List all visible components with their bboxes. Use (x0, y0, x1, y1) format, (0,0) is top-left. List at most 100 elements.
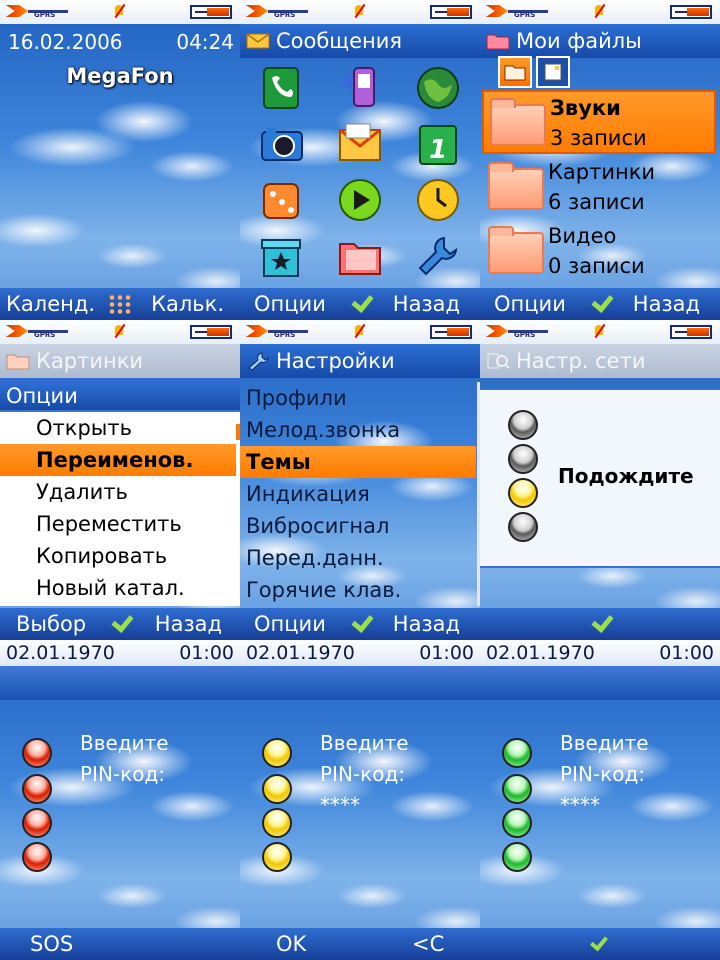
softkey-bar: Опции Назад (240, 288, 480, 320)
back-softkey[interactable]: Назад (393, 608, 460, 640)
svg-text:1: 1 (429, 135, 447, 165)
options-softkey[interactable]: Опции (254, 608, 326, 640)
phonebook-icon[interactable] (336, 64, 384, 112)
folder-row-video[interactable]: Видео 0 записи (482, 220, 716, 284)
menu-item-themes[interactable]: Темы (240, 446, 476, 478)
screen-title: Сообщения (276, 29, 403, 53)
pin-digit-light-icon (262, 808, 292, 838)
back-softkey[interactable]: Назад (393, 288, 460, 320)
select-check-icon[interactable] (588, 292, 612, 314)
pin-prompt: Введите PIN-код: (80, 728, 169, 790)
date-label: 02.01.1970 (6, 642, 115, 664)
menu-item-delete[interactable]: Удалить (0, 476, 236, 508)
settings-screen: GPRS Настройки Профили Мелод.звонка Темы… (240, 320, 480, 640)
dice-icon[interactable] (258, 176, 306, 224)
battery-icon (190, 5, 232, 19)
time-label: 01:00 (179, 642, 234, 664)
calendar-icon[interactable]: 1 (414, 120, 462, 168)
date-label: 02.01.1970 (486, 642, 595, 664)
network-icon (487, 353, 510, 369)
clock-icon[interactable] (414, 176, 462, 224)
screen-title: Настройки (276, 349, 395, 373)
time-label: 04:24 (176, 30, 234, 54)
network-label: GPRS (34, 11, 56, 19)
softkey-bar: Опции Назад (240, 608, 480, 640)
calculator-softkey[interactable]: Кальк. (151, 288, 224, 320)
menu-item-data-transfer[interactable]: Перед.данн. (240, 542, 476, 574)
select-check-icon[interactable] (108, 612, 132, 634)
menu-item-copy[interactable]: Копировать (0, 540, 236, 572)
wait-message: Подождите (558, 464, 694, 488)
folder-icon (488, 162, 544, 210)
menu-item-indication[interactable]: Индикация (240, 478, 476, 510)
wrench-icon (248, 352, 269, 370)
menu-item-ringtone[interactable]: Мелод.звонка (240, 414, 476, 446)
select-check-icon[interactable] (588, 612, 612, 634)
confirm-check-icon[interactable] (588, 934, 608, 954)
tab-phone-memory[interactable] (498, 56, 532, 88)
menu-item-open[interactable]: Открыть (0, 412, 236, 444)
back-softkey[interactable]: Назад (633, 288, 700, 320)
battery-icon (670, 325, 712, 339)
options-header: Опции (0, 382, 240, 410)
silent-mode-icon (592, 3, 606, 19)
time-label: 01:00 (659, 642, 714, 664)
menu-item-move[interactable]: Переместить (0, 508, 236, 540)
folder-row-sounds[interactable]: Звуки 3 записи (482, 90, 716, 154)
battery-icon (430, 5, 472, 19)
camera-icon[interactable] (258, 120, 306, 168)
ok-softkey[interactable]: OK (276, 928, 306, 960)
clear-softkey[interactable]: <C (412, 928, 444, 960)
screen-title: Настр. сети (516, 349, 646, 373)
select-softkey[interactable]: Выбор (16, 608, 86, 640)
folder-count: 0 записи (548, 254, 645, 278)
back-softkey[interactable]: Назад (155, 608, 222, 640)
date-label: 02.01.1970 (246, 642, 355, 664)
menu-grid-icon[interactable] (108, 294, 132, 314)
folder-icon (490, 98, 546, 146)
pin-input[interactable]: **** (320, 790, 409, 821)
pin-digit-light-icon (502, 808, 532, 838)
pin-input[interactable]: **** (560, 790, 649, 821)
status-bar: 02.01.1970 01:00 (0, 640, 240, 666)
folder-name: Картинки (548, 160, 656, 184)
star-box-icon[interactable] (258, 232, 306, 280)
wrench-icon[interactable] (414, 232, 462, 280)
date-label: 16.02.2006 (8, 30, 123, 54)
options-softkey[interactable]: Опции (254, 288, 326, 320)
silent-mode-icon (112, 323, 126, 339)
menu-item-profiles[interactable]: Профили (240, 382, 476, 414)
media-player-icon[interactable] (336, 176, 384, 224)
pin-digit-light-icon (502, 738, 532, 768)
pin-prompt-line1: Введите (320, 731, 409, 755)
status-bar: GPRS (240, 320, 480, 344)
pin-digit-light-icon (502, 842, 532, 872)
globe-icon[interactable] (414, 64, 462, 112)
sos-softkey[interactable]: SOS (30, 928, 73, 960)
folder-icon[interactable] (336, 232, 384, 280)
calendar-softkey[interactable]: Календ. (6, 288, 95, 320)
folder-row-pictures[interactable]: Картинки 6 записи (482, 156, 716, 220)
pin-digit-light-icon (502, 774, 532, 804)
select-check-icon[interactable] (348, 612, 372, 634)
tab-memory-card[interactable] (536, 56, 570, 88)
pin-digit-light-icon (22, 808, 52, 838)
menu-item-vibration[interactable]: Вибросигнал (240, 510, 476, 542)
my-files-screen: GPRS Мои файлы Звуки 3 записи Картинки 6… (480, 0, 720, 320)
network-label: GPRS (274, 11, 296, 19)
memory-card-icon (544, 63, 562, 81)
menu-item-hotkeys[interactable]: Горячие клав. (240, 574, 476, 606)
status-bar: 02.01.1970 01:00 (480, 640, 720, 666)
pin-digit-light-icon (262, 774, 292, 804)
menu-item-rename[interactable]: Переименов. (0, 444, 236, 476)
envelope-icon[interactable] (336, 120, 384, 168)
menu-item-new-folder[interactable]: Новый катал. (0, 572, 236, 604)
status-bar: GPRS (480, 320, 720, 344)
options-softkey[interactable]: Опции (494, 288, 566, 320)
pin-entry-screen: 02.01.1970 01:00 Введите PIN-код: SOS (0, 640, 240, 960)
title-bar: Настр. сети (480, 344, 720, 378)
select-check-icon[interactable] (348, 292, 372, 314)
phone-icon[interactable] (258, 64, 306, 112)
signal-icon (246, 5, 268, 17)
softkey-bar (480, 928, 720, 960)
